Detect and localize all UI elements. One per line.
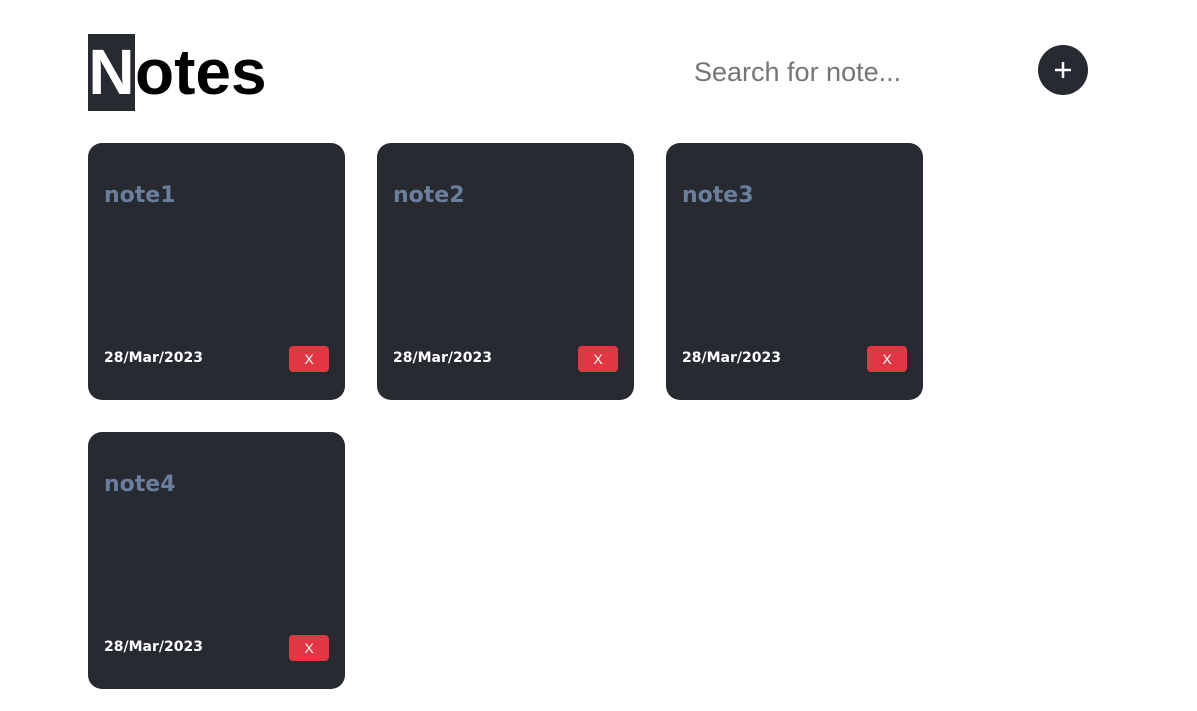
add-note-button[interactable] — [1038, 45, 1088, 95]
page-title-rest: otes — [135, 36, 267, 108]
note-title: note1 — [104, 183, 176, 208]
note-card[interactable]: note3 28/Mar/2023 X — [666, 143, 923, 400]
delete-note-button[interactable]: X — [289, 635, 329, 661]
search-input[interactable] — [688, 50, 1014, 94]
note-date: 28/Mar/2023 — [104, 350, 203, 366]
note-title: note4 — [104, 472, 176, 497]
note-date: 28/Mar/2023 — [104, 639, 203, 655]
note-card[interactable]: note2 28/Mar/2023 X — [377, 143, 634, 400]
header: Notes — [88, 34, 1088, 111]
note-date: 28/Mar/2023 — [682, 350, 781, 366]
note-card[interactable]: note1 28/Mar/2023 X — [88, 143, 345, 400]
notes-grid: note1 28/Mar/2023 X note2 28/Mar/2023 X … — [88, 143, 988, 689]
note-title: note3 — [682, 183, 754, 208]
page-title-first-letter: N — [88, 34, 135, 111]
delete-note-button[interactable]: X — [289, 346, 329, 372]
page-title: Notes — [88, 34, 267, 111]
plus-icon — [1055, 62, 1071, 78]
note-date: 28/Mar/2023 — [393, 350, 492, 366]
delete-note-button[interactable]: X — [867, 346, 907, 372]
notes-app: Notes note1 28/Mar/2023 X note2 28/Mar/2… — [0, 0, 1197, 711]
delete-note-button[interactable]: X — [578, 346, 618, 372]
note-card[interactable]: note4 28/Mar/2023 X — [88, 432, 345, 689]
note-title: note2 — [393, 183, 465, 208]
